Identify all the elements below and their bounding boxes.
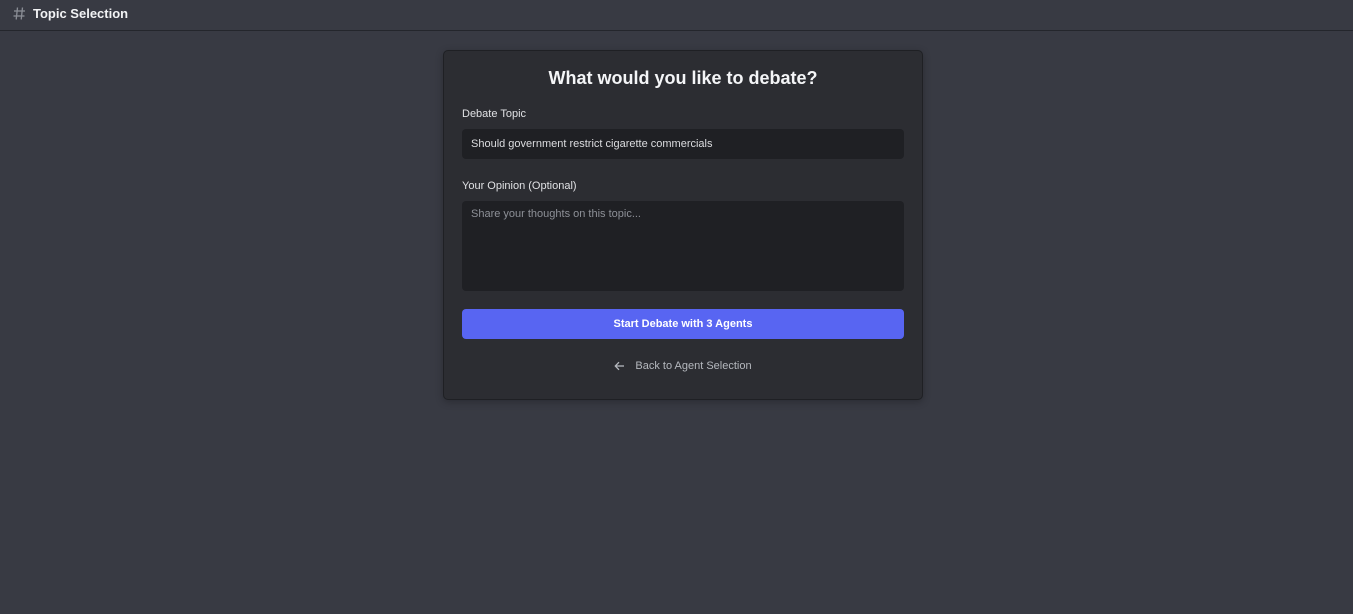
arrow-left-icon — [614, 361, 625, 371]
debate-topic-label: Debate Topic — [462, 108, 527, 120]
topic-selection-card: What would you like to debate? Debate To… — [443, 50, 923, 400]
hash-icon — [13, 6, 26, 21]
top-bar: Topic Selection — [0, 0, 1353, 31]
back-link-label: Back to Agent Selection — [635, 360, 752, 372]
opinion-label: Your Opinion (Optional) — [462, 180, 577, 192]
page-title: Topic Selection — [33, 6, 129, 21]
debate-topic-input[interactable] — [462, 129, 904, 159]
opinion-textarea[interactable] — [462, 201, 904, 291]
card-title: What would you like to debate? — [548, 68, 818, 88]
start-debate-button[interactable]: Start Debate with 3 Agents — [462, 309, 904, 339]
back-to-agent-selection-link[interactable]: Back to Agent Selection — [444, 359, 922, 373]
